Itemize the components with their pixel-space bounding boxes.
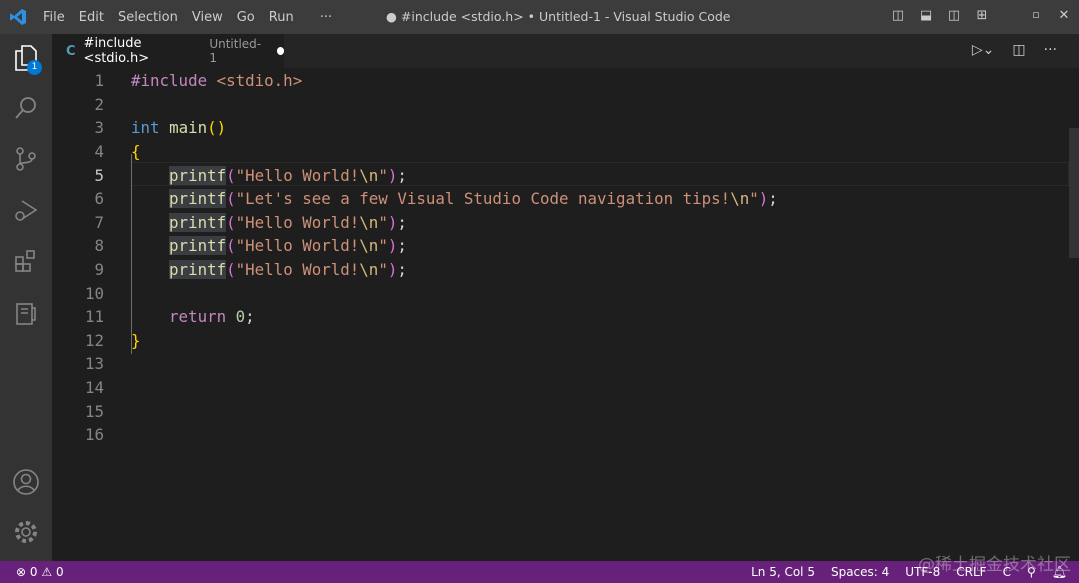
line-number: 16	[84, 425, 104, 445]
paren: (	[226, 212, 236, 232]
semicolon: ;	[397, 212, 407, 232]
close-icon[interactable]: ✕	[1050, 8, 1078, 23]
preprocessor-directive: #include	[131, 71, 208, 91]
code-editor[interactable]: 1 2 3 4 5 6 7 8 9 10 11 12 13 14 15 16 #include <stdio.…	[52, 68, 1079, 561]
title-bar: File Edit Selection View Go Run ··· ● #i…	[0, 0, 1079, 34]
paren: )	[387, 236, 398, 256]
menu-selection[interactable]: Selection	[111, 10, 185, 25]
printf-call: printf	[169, 189, 227, 209]
tab-untitled-1[interactable]: C #include <stdio.h> Untitled-1	[52, 34, 284, 68]
paren: (	[226, 236, 236, 256]
line-number: 10	[84, 283, 104, 303]
open-brace: {	[131, 142, 141, 161]
escape-sequence: \n	[359, 212, 379, 232]
parens: ()	[207, 118, 227, 138]
tab-bar: C #include <stdio.h> Untitled-1 ▷⌄ ◫ ···	[52, 34, 1079, 68]
run-debug-dropdown-icon[interactable]: ▷⌄	[972, 42, 995, 58]
quote: "	[378, 165, 388, 185]
escape-sequence: \n	[359, 236, 379, 256]
printf-call: printf	[169, 236, 227, 256]
include-header: <stdio.h>	[207, 71, 303, 91]
quote: "	[378, 260, 388, 279]
printf-call: printf	[169, 165, 227, 185]
activity-bar: 1	[0, 34, 52, 561]
number: 0	[235, 307, 246, 327]
line-number: 13	[84, 354, 104, 374]
more-actions-icon[interactable]: ···	[1044, 42, 1057, 58]
semicolon: ;	[245, 307, 255, 327]
accounts-icon[interactable]	[0, 458, 52, 506]
explorer-badge: 1	[27, 60, 42, 75]
vscode-logo-icon	[0, 0, 36, 34]
remote-explorer-icon[interactable]	[0, 290, 52, 338]
watermark: @稀土掘金技术社区	[918, 555, 1071, 575]
toggle-secondary-sidebar-icon[interactable]: ◫	[940, 8, 968, 23]
paren: )	[387, 260, 398, 279]
printf-call: printf	[169, 260, 227, 279]
window-title: ● #include <stdio.h> • Untitled-1 - Visu…	[386, 9, 731, 24]
close-brace: }	[131, 330, 141, 350]
toggle-panel-icon[interactable]: ⬓	[912, 8, 940, 23]
string-literal: "Hello World!	[235, 236, 360, 256]
warning-count: 0	[55, 565, 64, 579]
paren: )	[758, 189, 769, 209]
line-number: 14	[84, 378, 104, 397]
function-name: main	[169, 118, 208, 138]
line-number: 15	[84, 401, 104, 421]
semicolon: ;	[397, 260, 407, 279]
escape-sequence: \n	[730, 189, 750, 209]
search-icon[interactable]	[0, 84, 52, 132]
error-count: 0	[29, 565, 38, 579]
escape-sequence: \n	[359, 165, 379, 185]
vertical-scrollbar[interactable]	[1069, 128, 1079, 258]
string-literal: "Hello World!	[235, 165, 360, 185]
tab-title: #include <stdio.h>	[83, 36, 150, 66]
printf-call: printf	[169, 212, 227, 232]
settings-gear-icon[interactable]	[0, 508, 52, 556]
quote: "	[378, 236, 388, 256]
restore-icon[interactable]: ▫	[1022, 8, 1050, 23]
menu-run[interactable]: Run	[262, 10, 301, 25]
menu-file[interactable]: File	[36, 10, 72, 25]
return-keyword: return	[169, 307, 227, 327]
toggle-sidebar-icon[interactable]: ◫	[884, 8, 912, 23]
explorer-icon[interactable]: 1	[0, 34, 52, 82]
string-literal: "Hello World!	[235, 212, 360, 232]
paren: (	[226, 165, 236, 185]
menu-more[interactable]: ···	[313, 10, 339, 25]
c-file-icon: C	[66, 43, 76, 59]
paren: )	[387, 165, 398, 185]
indentation[interactable]: Spaces: 4	[831, 565, 889, 579]
paren: (	[226, 189, 236, 209]
semicolon: ;	[397, 165, 407, 185]
paren: (	[226, 260, 236, 279]
run-debug-icon[interactable]	[0, 186, 52, 234]
customize-layout-icon[interactable]: ⊞	[968, 8, 996, 23]
extensions-icon[interactable]	[0, 237, 52, 285]
cursor-position[interactable]: Ln 5, Col 5	[751, 565, 815, 579]
escape-sequence: \n	[359, 260, 379, 279]
source-control-icon[interactable]	[0, 135, 52, 183]
paren: )	[387, 212, 398, 232]
menu-edit[interactable]: Edit	[72, 10, 111, 25]
problems-indicator[interactable]: ⊗ 0 ⚠ 0	[0, 565, 64, 579]
tab-description: Untitled-1	[209, 37, 262, 65]
menu-view[interactable]: View	[185, 10, 230, 25]
line-number: 2	[94, 94, 104, 114]
keyword: int	[131, 118, 160, 138]
semicolon: ;	[768, 189, 778, 209]
unsaved-dot-icon[interactable]	[276, 47, 284, 55]
string-literal: "Let's see a few Visual Studio Code navi…	[235, 189, 731, 209]
error-icon: ⊗	[16, 565, 27, 579]
string-literal: "Hello World!	[235, 260, 360, 279]
warning-icon: ⚠	[41, 565, 53, 579]
menu-go[interactable]: Go	[230, 10, 262, 25]
semicolon: ;	[397, 236, 407, 256]
quote: "	[378, 212, 388, 232]
split-editor-icon[interactable]: ◫	[1012, 42, 1025, 58]
quote: "	[749, 189, 759, 209]
